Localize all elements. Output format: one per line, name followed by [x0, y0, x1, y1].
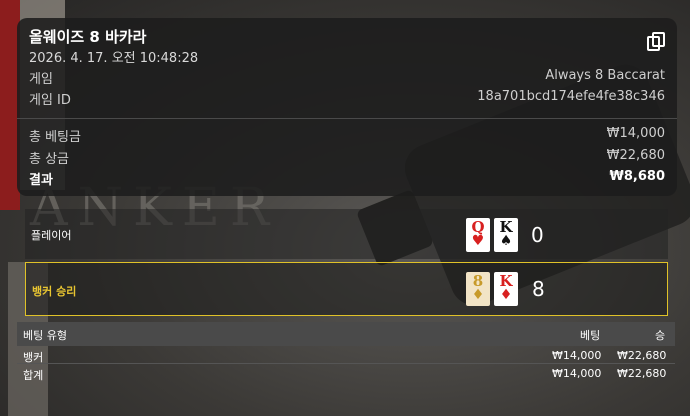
bets-table-header: 베팅 유형 베팅 승	[17, 322, 675, 346]
header-bet-type: 베팅 유형	[23, 329, 67, 342]
game-id-row: 게임 ID 18a701bcd174efe4fe38c346	[29, 89, 665, 108]
table-row: 뱅커 ₩14,000 ₩22,680	[17, 347, 675, 364]
total-bet-label: 총 베팅금	[29, 130, 81, 145]
banker-win-label: 뱅커 승리	[32, 285, 77, 298]
total-win-value: ₩22,680	[606, 148, 665, 163]
copy-icon[interactable]	[645, 30, 665, 52]
header-win: 승	[655, 329, 666, 342]
total-bet-value: ₩14,000	[606, 126, 665, 141]
playing-card: K ♠	[494, 218, 518, 252]
result-row: 결과 ₩8,680	[29, 169, 665, 188]
game-label: 게임	[29, 72, 53, 87]
table-total-row: 합계 ₩14,000 ₩22,680	[17, 365, 675, 382]
card-suit: ♦	[499, 287, 513, 303]
round-detail-card: 올웨이즈 8 바카라 2026. 4. 17. 오전 10:48:28 게임 A…	[17, 18, 677, 196]
game-row: 게임 Always 8 Baccarat	[29, 68, 665, 87]
card-suit: ♠	[499, 233, 513, 249]
game-id-label: 게임 ID	[29, 93, 71, 108]
page-title: 올웨이즈 8 바카라	[29, 28, 147, 46]
player-score: 0	[531, 223, 544, 247]
player-hand: 플레이어 Q ♥ K ♠ 0	[25, 209, 668, 259]
total-win-row: 총 상금 ₩22,680	[29, 148, 665, 167]
round-datetime: 2026. 4. 17. 오전 10:48:28	[29, 51, 199, 66]
playing-card: Q ♥	[466, 218, 490, 252]
playing-card: K ♦	[494, 272, 518, 306]
player-label: 플레이어	[31, 229, 72, 242]
result-label: 결과	[29, 173, 53, 188]
game-value: Always 8 Baccarat	[545, 68, 665, 83]
row-win: ₩22,680	[617, 349, 667, 362]
game-id-value: 18a701bcd174efe4fe38c346	[477, 89, 665, 104]
header-bet: 베팅	[580, 329, 601, 342]
total-bet-row: 총 베팅금 ₩14,000	[29, 126, 665, 145]
total-win: ₩22,680	[617, 367, 667, 380]
card-suit: ♦	[471, 287, 485, 303]
card-suit: ♥	[471, 233, 485, 249]
table-divider	[17, 363, 675, 364]
total-bet: ₩14,000	[552, 367, 602, 380]
row-bet: ₩14,000	[552, 349, 602, 362]
total-bet-type: 합계	[23, 369, 44, 382]
divider	[17, 118, 677, 119]
total-win-label: 총 상금	[29, 152, 70, 167]
banker-score: 8	[532, 277, 545, 301]
result-value: ₩8,680	[609, 169, 665, 184]
banker-hand: 뱅커 승리 8 ♦ K ♦ 8	[25, 262, 668, 316]
playing-card: 8 ♦	[466, 272, 490, 306]
copy-icon-front	[652, 32, 665, 47]
